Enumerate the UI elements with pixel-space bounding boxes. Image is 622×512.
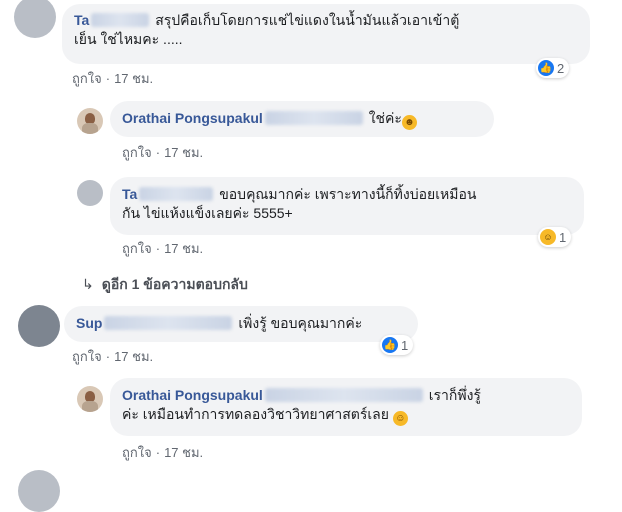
avatar[interactable] [18, 470, 60, 512]
comment-text: ใช่ค่ะ [368, 110, 402, 126]
view-more-replies-link[interactable]: ↳ ดูอีก 1 ข้อความตอบกลับ [82, 274, 248, 296]
comment-author[interactable]: Sup [76, 315, 102, 331]
avatar[interactable] [77, 386, 103, 412]
avatar[interactable] [14, 0, 56, 38]
reply-arrow-icon: ↳ [82, 276, 94, 292]
comment-bubble: Orathai Pongsupakul เราก็พึ่งรู้ ค่ะ เหม… [110, 378, 582, 436]
avatar[interactable] [18, 305, 60, 347]
reaction-count[interactable]: 👍 2 [536, 58, 570, 78]
comment-text-line2: เย็น ใช่ไหมคะ ..... [74, 31, 183, 47]
comment-author[interactable]: Ta [122, 186, 137, 202]
comment-meta: ถูกใจ · 17 ชม. [72, 349, 154, 364]
timestamp[interactable]: 17 ชม. [164, 445, 203, 460]
redacted-name [264, 388, 423, 402]
comment-meta: ถูกใจ · 17 ชม. [122, 241, 204, 256]
comment-meta: ถูกใจ · 17 ชม. [122, 145, 204, 160]
timestamp[interactable]: 17 ชม. [164, 145, 203, 160]
comment-text: สรุปคือเก็บโดยการแช่ไข่แดงในน้ำมันแล้วเอ… [155, 12, 460, 28]
comment-text-line2: กัน ไข่แห้งแข็งเลยค่ะ 5555+ [122, 205, 293, 221]
redacted-name [91, 13, 150, 27]
avatar[interactable] [77, 108, 103, 134]
like-button[interactable]: ถูกใจ [122, 145, 152, 160]
like-button[interactable]: ถูกใจ [72, 71, 102, 86]
redacted-name [104, 316, 233, 330]
like-icon: 👍 [382, 337, 398, 353]
reaction-count[interactable]: 👍 1 [380, 335, 414, 355]
like-button[interactable]: ถูกใจ [122, 445, 152, 460]
redacted-name [264, 111, 363, 125]
comment-text: ขอบคุณมากค่ะ เพราะทางนี้ก็ทิ้งบ่อยเหมือน [219, 186, 477, 202]
avatar[interactable] [77, 180, 103, 206]
comment-text-line2: ค่ะ เหมือนทำการทดลองวิชาวิทยาศาสตร์เลย [122, 406, 389, 422]
comment-bubble: Ta สรุปคือเก็บโดยการแช่ไข่แดงในน้ำมันแล้… [62, 4, 590, 64]
comment-author[interactable]: Orathai Pongsupakul [122, 110, 263, 126]
comment-text: เราก็พึ่งรู้ [428, 387, 481, 403]
like-icon: 👍 [538, 60, 554, 76]
laughing-face-icon: ☺ [392, 411, 408, 426]
like-button[interactable]: ถูกใจ [72, 349, 102, 364]
timestamp[interactable]: 17 ชม. [114, 71, 153, 86]
haha-icon: ☺ [540, 229, 556, 245]
comment-meta: ถูกใจ · 17 ชม. [122, 445, 204, 460]
comment-bubble: Sup เพิ่งรู้ ขอบคุณมากค่ะ [64, 306, 418, 342]
reaction-count[interactable]: ☺ 1 [538, 227, 572, 247]
redacted-name [139, 187, 214, 201]
comment-bubble: Ta ขอบคุณมากค่ะ เพราะทางนี้ก็ทิ้งบ่อยเหม… [110, 177, 584, 235]
comment-bubble: Orathai Pongsupakul ใช่ค่ะ ☻ [110, 101, 494, 137]
comment-author[interactable]: Ta [74, 12, 89, 28]
comment-author[interactable]: Orathai Pongsupakul [122, 387, 263, 403]
comment-text: เพิ่งรู้ ขอบคุณมากค่ะ [238, 315, 363, 331]
like-button[interactable]: ถูกใจ [122, 241, 152, 256]
comment-meta: ถูกใจ · 17 ชม. [72, 71, 154, 86]
smiling-face-icon: ☻ [401, 115, 417, 130]
timestamp[interactable]: 17 ชม. [164, 241, 203, 256]
timestamp[interactable]: 17 ชม. [114, 349, 153, 364]
